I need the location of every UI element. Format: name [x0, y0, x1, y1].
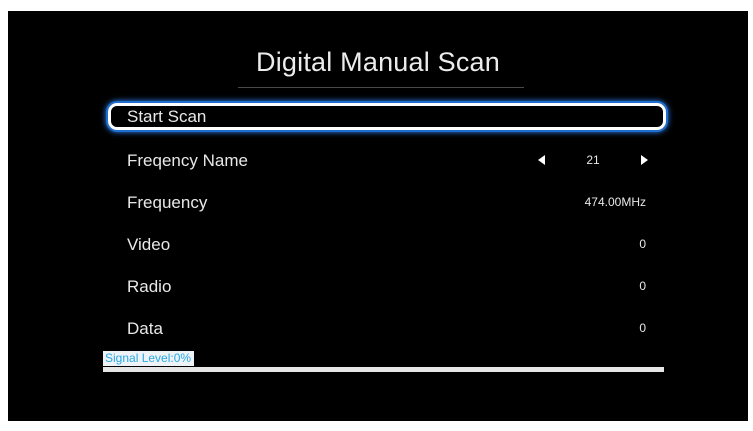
arrow-right-icon[interactable] [641, 155, 648, 165]
frequency-label: Frequency [127, 193, 208, 212]
menu-item-video: Video 0 [106, 231, 666, 257]
menu-item-frequency[interactable]: Frequency 474.00MHz [106, 189, 666, 215]
start-scan-label: Start Scan [127, 107, 207, 126]
menu-item-frequency-name[interactable]: Freqency Name 21 [106, 147, 666, 173]
start-scan-button[interactable]: Start Scan [108, 103, 666, 130]
frequency-value: 474.00MHz [584, 195, 646, 209]
frequency-name-value: 21 [586, 153, 600, 167]
radio-count: 0 [639, 279, 646, 293]
data-label: Data [127, 319, 163, 338]
title-divider [238, 87, 524, 88]
menu-item-data: Data 0 [106, 315, 666, 341]
page-title: Digital Manual Scan [256, 47, 500, 77]
frequency-name-stepper[interactable]: 21 [538, 152, 648, 168]
menu-item-radio: Radio 0 [106, 273, 666, 299]
frequency-name-label: Freqency Name [127, 151, 248, 170]
data-count: 0 [639, 321, 646, 335]
tv-screen: Digital Manual Scan Start Scan Freqency … [8, 11, 748, 421]
video-label: Video [127, 235, 171, 254]
signal-level-bar [103, 367, 664, 372]
radio-label: Radio [127, 277, 172, 296]
video-count: 0 [639, 237, 646, 251]
signal-level-label: Signal Level:0% [103, 351, 195, 366]
